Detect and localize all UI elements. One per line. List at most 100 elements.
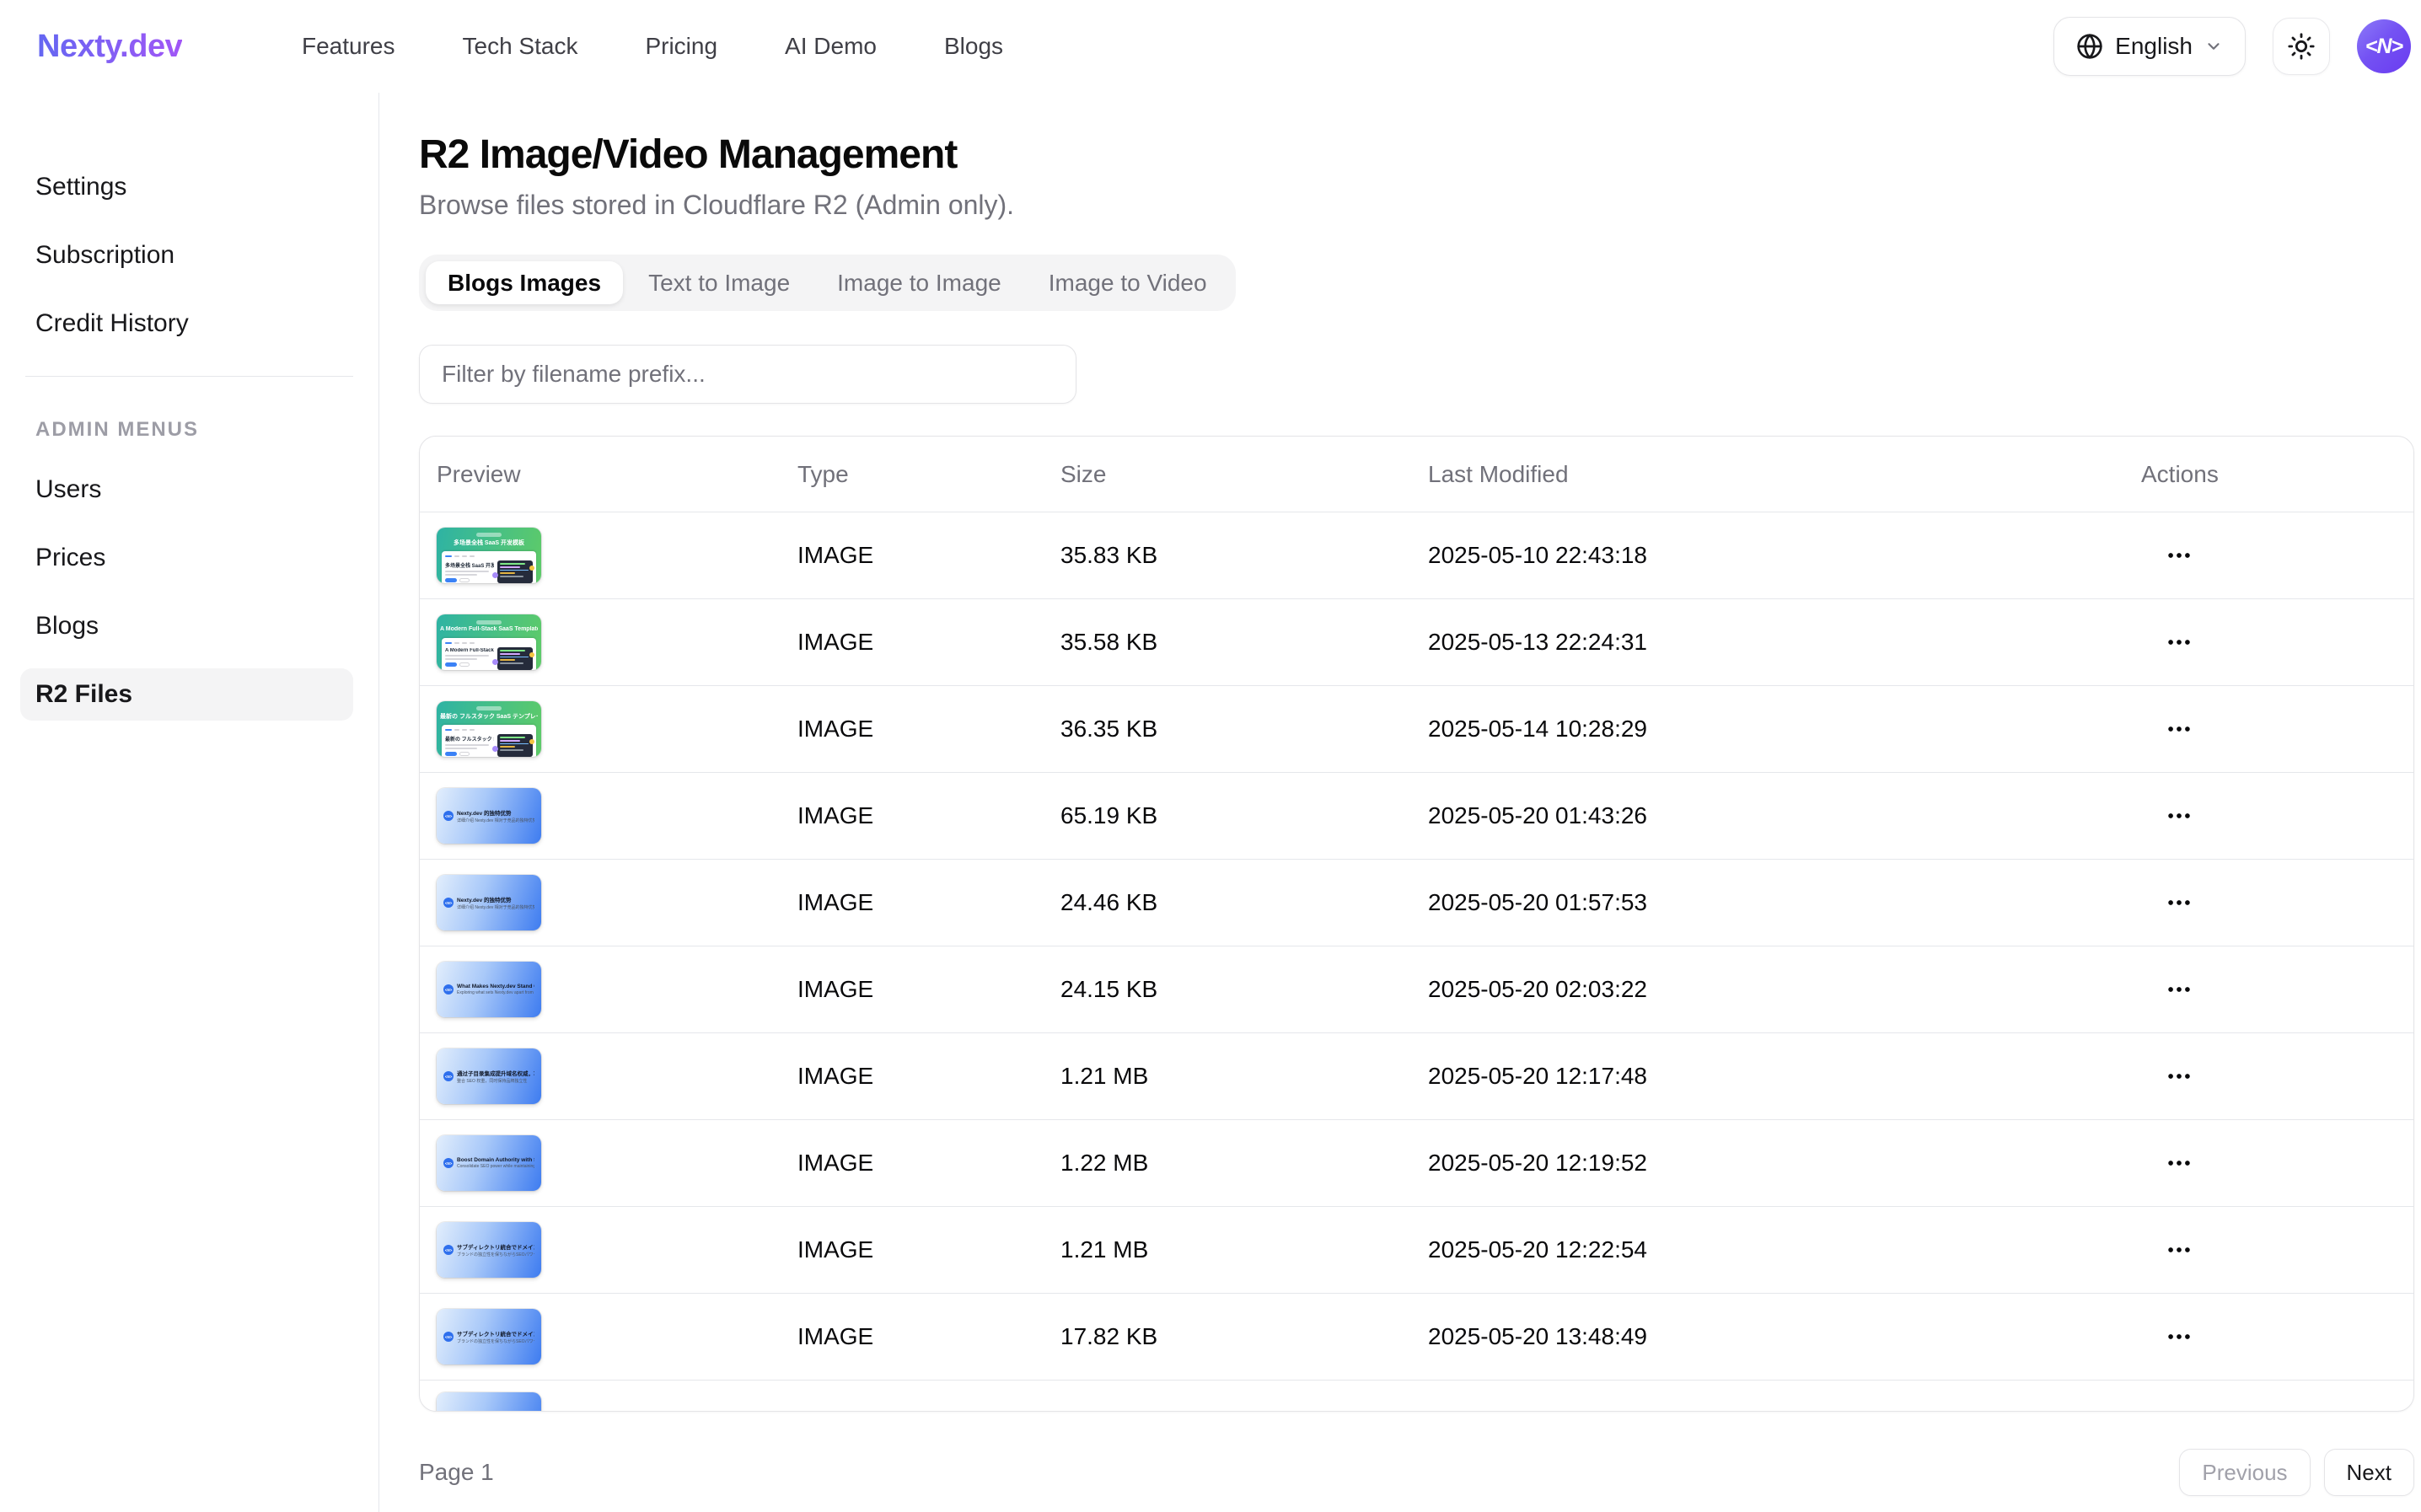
preview-thumbnail[interactable]: Nexty.dev 的独特优势 Nexty.dev 的独特优势 (437, 875, 541, 930)
sidebar-item-settings[interactable]: Settings (20, 161, 353, 213)
preview-thumbnail[interactable]: 多场景全栈 SaaS 开发模板 多场景全栈 SaaS 开发模板 (437, 528, 541, 583)
preview-thumbnail[interactable]: サブディレクトリ統合でドメイン権威を向上 サブディレクトリ統合でドメイン権威を向… (437, 1222, 541, 1278)
type-cell: IMAGE (797, 1323, 1060, 1350)
filter-input[interactable] (419, 345, 1076, 404)
row-actions-button[interactable] (2158, 1142, 2200, 1184)
row-actions-button[interactable] (2158, 1229, 2200, 1271)
table-header: Preview Type Size Last Modified Actions (420, 437, 2413, 512)
sidebar-item-blogs[interactable]: Blogs (20, 600, 353, 652)
page-title: R2 Image/Video Management (419, 131, 2414, 178)
size-cell: 35.83 KB (1060, 542, 1428, 569)
ellipsis-icon (2165, 1149, 2193, 1177)
previous-page-button[interactable]: Previous (2179, 1449, 2310, 1496)
thumb-card-title: Nexty.dev 的独特优势 (457, 895, 534, 903)
chevron-down-icon (2204, 37, 2223, 56)
next-page-button[interactable]: Next (2324, 1449, 2414, 1496)
language-selector-button[interactable]: English (2053, 17, 2246, 76)
table-body: 多场景全栈 SaaS 开发模板 多场景全栈 SaaS 开发模板 (420, 512, 2413, 1411)
nav-item-pricing[interactable]: Pricing (645, 33, 717, 60)
row-actions-button[interactable] (2158, 1316, 2200, 1358)
modified-cell: 2025-05-20 12:19:52 (1428, 1150, 2141, 1177)
size-cell: 24.15 KB (1060, 976, 1428, 1003)
thumb-card-subtitle: 整合 SEO 权重，同时保持品牌独立性 (457, 1078, 534, 1084)
theme-toggle-button[interactable] (2273, 18, 2330, 75)
size-cell: 17.82 KB (1060, 1323, 1428, 1350)
row-actions-button[interactable] (2158, 708, 2200, 750)
preview-cell: A Modern Full-Stack SaaS Template A Mode… (437, 614, 797, 670)
preview-cell: 多场景全栈 SaaS 开发模板 多场景全栈 SaaS 开发模板 (437, 528, 797, 583)
main-content: R2 Image/Video Management Browse files s… (379, 93, 2421, 1512)
size-cell (1060, 1381, 1428, 1392)
thumb-brand-badge: <N> (443, 984, 454, 995)
brand-logo[interactable]: Nexty.dev (37, 29, 182, 65)
type-cell: IMAGE (797, 976, 1060, 1003)
header-actions: English <N> (2053, 17, 2411, 76)
sidebar-user-group: Settings Subscription Credit History (20, 161, 353, 350)
size-cell: 35.58 KB (1060, 629, 1428, 656)
avatar-initials: <N> (2365, 35, 2402, 59)
preview-cell: 最新の フルスタック SaaS テンプレート 最新の フルスタック SaaS テ… (437, 701, 797, 757)
page-subtitle: Browse files stored in Cloudflare R2 (Ad… (419, 190, 2414, 221)
sidebar-item-subscription[interactable]: Subscription (20, 229, 353, 281)
tab-image-to-video[interactable]: Image to Video (1027, 261, 1229, 304)
nav-item-ai-demo[interactable]: AI Demo (785, 33, 877, 60)
tab-text-to-image[interactable]: Text to Image (626, 261, 812, 304)
table-row: What Makes Nexty.dev Stand Out What Make… (420, 946, 2413, 1033)
globe-icon (2076, 33, 2103, 60)
tab-image-to-image[interactable]: Image to Image (815, 261, 1023, 304)
thumb-card-subtitle: ブランドの独立性を保ちながらSEOパワーを統合 (457, 1338, 534, 1344)
thumbnail-site-preview: 多场景全栈 SaaS 开发模板 多场景全栈 SaaS 开发模板 (437, 528, 541, 583)
thumb-code-block (497, 560, 533, 583)
table-row: 多场景全栈 SaaS 开发模板 多场景全栈 SaaS 开发模板 (420, 512, 2413, 599)
thumb-purple-dot (492, 746, 498, 752)
thumb-brand-badge: <N> (443, 1332, 454, 1342)
modified-cell: 2025-05-20 12:17:48 (1428, 1063, 2141, 1090)
size-cell: 24.46 KB (1060, 889, 1428, 916)
row-actions-button[interactable] (2158, 882, 2200, 924)
row-actions-button[interactable] (2158, 1055, 2200, 1097)
type-cell: IMAGE (797, 542, 1060, 569)
preview-thumbnail[interactable]: Boost Domain Authority with Subdirectory… (437, 1135, 541, 1191)
preview-thumbnail[interactable]: Nexty.dev 的独特优势 Nexty.dev 的独特优势 (437, 788, 541, 844)
user-avatar[interactable]: <N> (2357, 19, 2411, 73)
sidebar-item-r2-files[interactable]: R2 Files (20, 668, 353, 721)
thumb-card-subtitle: Exploring what sets Nexty.dev apart from… (457, 990, 534, 995)
row-actions-button[interactable] (2158, 795, 2200, 837)
table-row: 通过子目录集成提升域名权威，巩固品牌独立性 通过子目录集成提升域名权威，巩固品牌… (420, 1033, 2413, 1120)
modified-cell: 2025-05-13 22:24:31 (1428, 629, 2141, 656)
preview-thumbnail[interactable]: サブディレクトリ統合でドメイン権威を向上 サブディレクトリ統合でドメイン権威を向… (437, 1309, 541, 1365)
size-cell: 1.22 MB (1060, 1150, 1428, 1177)
preview-thumbnail[interactable]: <N> (437, 1392, 541, 1412)
nav-item-tech-stack[interactable]: Tech Stack (463, 33, 578, 60)
tab-blogs-images[interactable]: Blogs Images (426, 261, 623, 304)
ellipsis-icon (2165, 541, 2193, 570)
ellipsis-icon (2165, 1062, 2193, 1091)
preview-thumbnail[interactable]: A Modern Full-Stack SaaS Template A Mode… (437, 614, 541, 670)
preview-cell: Boost Domain Authority with Subdirectory… (437, 1135, 797, 1191)
modified-cell: 2025-05-14 10:28:29 (1428, 716, 2141, 743)
sidebar-item-users[interactable]: Users (20, 464, 353, 516)
thumbnail-card-preview: <N> 通过子目录集成提升域名权威，巩固品牌独立性 整合 SEO 权重，同时保持… (437, 1048, 541, 1104)
nav-item-features[interactable]: Features (302, 33, 395, 60)
thumbnail-card-preview: <N> (437, 1392, 541, 1412)
thumb-brand-badge: <N> (443, 1245, 454, 1255)
tab-list: Blogs Images Text to Image Image to Imag… (419, 255, 1236, 311)
thumb-browser-mockup: 多场景全栈 SaaS 开发模板 (442, 551, 536, 583)
modified-cell: 2025-05-20 13:48:49 (1428, 1323, 2141, 1350)
table-row: サブディレクトリ統合でドメイン権威を向上 サブディレクトリ統合でドメイン権威を向… (420, 1294, 2413, 1381)
size-cell: 65.19 KB (1060, 802, 1428, 829)
main-nav: Features Tech Stack Pricing AI Demo Blog… (302, 33, 1003, 60)
preview-thumbnail[interactable]: 最新の フルスタック SaaS テンプレート 最新の フルスタック SaaS テ… (437, 701, 541, 757)
preview-thumbnail[interactable]: 通过子目录集成提升域名权威，巩固品牌独立性 通过子目录集成提升域名权威，巩固品牌… (437, 1048, 541, 1104)
sidebar-item-prices[interactable]: Prices (20, 532, 353, 584)
row-actions-button[interactable] (2158, 968, 2200, 1011)
preview-thumbnail[interactable]: What Makes Nexty.dev Stand Out What Make… (437, 962, 541, 1017)
sidebar-item-credit-history[interactable]: Credit History (20, 298, 353, 350)
thumbnail-card-preview: <N> Boost Domain Authority with Subdirec… (437, 1135, 541, 1191)
nav-item-blogs[interactable]: Blogs (944, 33, 1003, 60)
row-actions-button[interactable] (2158, 534, 2200, 576)
type-cell: IMAGE (797, 1236, 1060, 1263)
column-header-preview: Preview (437, 461, 797, 488)
ellipsis-icon (2165, 628, 2193, 657)
row-actions-button[interactable] (2158, 621, 2200, 663)
